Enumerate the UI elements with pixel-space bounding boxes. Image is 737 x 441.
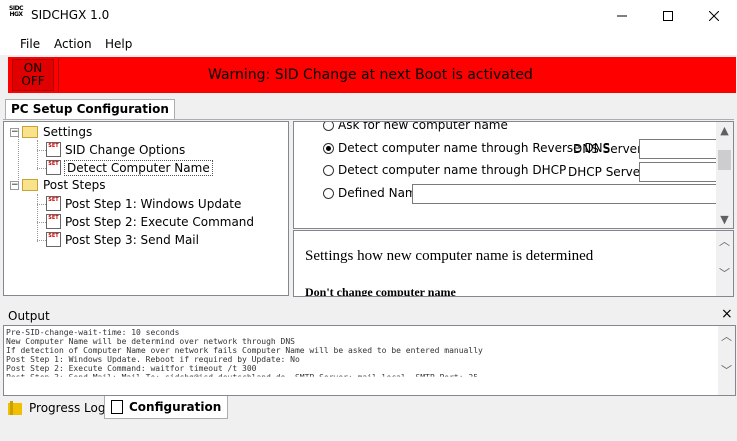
progress-log-icon: [8, 400, 22, 415]
settings-page-icon: SET: [46, 142, 61, 157]
maximize-button[interactable]: [645, 0, 691, 31]
close-button[interactable]: [691, 0, 737, 31]
tab-configuration-label: Configuration: [129, 400, 222, 414]
warning-text: Warning: SID Change at next Boot is acti…: [208, 67, 533, 83]
toggle-divider: [58, 59, 59, 91]
radio-ask-new-name[interactable]: [323, 122, 334, 131]
window-title: SIDCHGX 1.0: [31, 8, 110, 22]
minimize-icon: [617, 15, 627, 16]
label-dns-server: DNS Server:: [573, 142, 646, 156]
scroll-up-icon[interactable]: ︿: [718, 328, 735, 345]
settings-page-icon: SET: [46, 196, 61, 211]
radio-dhcp[interactable]: [323, 164, 334, 176]
menu-help[interactable]: Help: [105, 37, 132, 51]
settings-page-icon: SET: [46, 232, 61, 247]
tree-node-post-steps[interactable]: − Post Steps: [10, 178, 106, 192]
menu-file[interactable]: File: [20, 37, 40, 51]
tab-progress-log-label: Progress Log: [29, 400, 106, 415]
tree-node-sid-change-options[interactable]: SET SID Change Options: [46, 142, 185, 157]
description-heading: Don't change computer name: [305, 285, 456, 297]
scroll-up-icon[interactable]: ︿: [716, 233, 733, 250]
menu-action[interactable]: Action: [54, 37, 92, 51]
folder-icon: [22, 126, 38, 138]
radio-defined-name[interactable]: [323, 187, 334, 199]
dhcp-server-input[interactable]: [639, 162, 717, 182]
folder-icon: [22, 179, 38, 191]
log-line: New Computer Name will be determind over…: [6, 337, 295, 346]
tree-node-detect-computer-name[interactable]: SET Detect Computer Name: [46, 159, 213, 176]
collapse-icon[interactable]: −: [10, 180, 19, 190]
label-reverse-dns: Detect computer name through Reverse DNS: [338, 141, 611, 155]
minimize-button[interactable]: [599, 0, 645, 31]
options-scrollbar[interactable]: ▲ ▼: [716, 122, 733, 228]
tree-node-post-step-1[interactable]: SET Post Step 1: Windows Update: [46, 196, 241, 211]
tree-node-post-step-2[interactable]: SET Post Step 2: Execute Command: [46, 214, 254, 229]
scroll-up-icon[interactable]: ▲: [716, 122, 733, 139]
options-panel: Ask for new computer name Detect compute…: [293, 121, 734, 229]
tree-label-post1: Post Step 1: Windows Update: [65, 196, 242, 211]
scroll-thumb[interactable]: [718, 150, 731, 170]
page-icon: [111, 400, 123, 414]
close-icon: [709, 10, 719, 21]
output-close-icon[interactable]: ×: [721, 306, 733, 322]
output-header: [3, 305, 736, 325]
app-icon: SIDC HGX: [8, 6, 24, 24]
option-dhcp[interactable]: Detect computer name through DHCP: [323, 163, 566, 177]
app-icon-text-bottom: HGX: [9, 11, 23, 18]
label-dhcp: Detect computer name through DHCP: [338, 163, 567, 177]
scroll-down-icon[interactable]: ﹀: [718, 362, 735, 379]
output-log: Pre-SID-change-wait-time: 10 seconds New…: [3, 325, 736, 396]
collapse-icon[interactable]: −: [10, 127, 19, 137]
option-ask-new-name[interactable]: Ask for new computer name: [323, 121, 508, 132]
settings-page-icon: SET: [46, 160, 61, 175]
log-line: Post Step 2: Execute Command: waitfor ti…: [6, 364, 257, 373]
tree-node-post-step-3[interactable]: SET Post Step 3: Send Mail: [46, 232, 199, 247]
settings-page-icon: SET: [46, 214, 61, 229]
description-panel: Settings how new computer name is determ…: [293, 230, 734, 297]
log-line: Pre-SID-change-wait-time: 10 seconds: [6, 328, 180, 337]
log-line: Post Step 3: Send Mail: Mail To: sidchg@…: [6, 373, 479, 382]
scroll-down-icon[interactable]: ▼: [716, 211, 733, 228]
tree-label-post-steps: Post Steps: [43, 178, 106, 192]
tree-label-settings: Settings: [43, 125, 93, 139]
tree-node-settings[interactable]: − Settings: [10, 125, 92, 139]
output-title: Output: [8, 309, 50, 323]
tab-divider: [3, 119, 734, 120]
maximize-icon: [663, 10, 673, 21]
log-line: If detection of Computer Name over netwo…: [6, 346, 483, 355]
settings-tree: − Settings SET SID Change Options SET De…: [3, 121, 289, 296]
log-line: Post Step 1: Windows Update. Reboot if r…: [6, 355, 300, 364]
tree-label-post3: Post Step 3: Send Mail: [65, 232, 199, 247]
tree-label-post2: Post Step 2: Execute Command: [65, 214, 255, 229]
defined-name-input[interactable]: [412, 184, 717, 204]
option-reverse-dns[interactable]: Detect computer name through Reverse DNS: [323, 141, 610, 155]
description-title: Settings how new computer name is determ…: [305, 248, 594, 264]
tab-pc-setup-configuration[interactable]: PC Setup Configuration: [5, 99, 175, 119]
output-scrollbar[interactable]: ︿ ﹀: [718, 326, 735, 395]
sid-change-toggle[interactable]: ON OFF: [12, 59, 54, 91]
toggle-off-label: OFF: [21, 74, 45, 88]
radio-reverse-dns[interactable]: [323, 142, 334, 154]
tab-configuration[interactable]: Configuration: [104, 396, 229, 419]
label-dhcp-server: DHCP Server:: [568, 165, 649, 179]
label-ask-new-name: Ask for new computer name: [338, 121, 508, 132]
tree-label-sid-change: SID Change Options: [65, 142, 186, 157]
tab-progress-log[interactable]: Progress Log: [3, 397, 109, 418]
scroll-down-icon[interactable]: ﹀: [716, 265, 733, 282]
tree-label-detect-name: Detect Computer Name: [64, 159, 213, 176]
description-scrollbar[interactable]: ︿ ﹀: [716, 231, 733, 296]
dns-server-input[interactable]: [639, 139, 717, 159]
